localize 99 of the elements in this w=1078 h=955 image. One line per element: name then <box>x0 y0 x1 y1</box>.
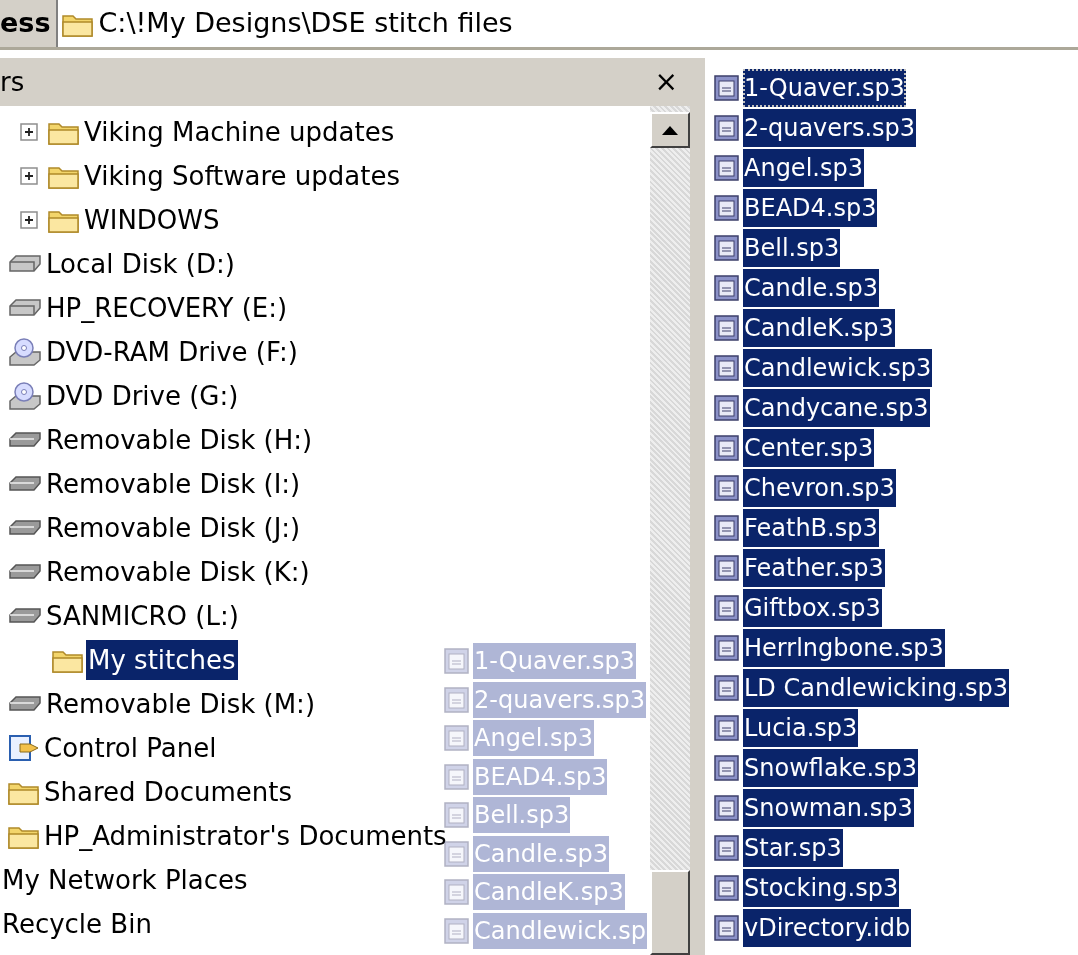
file-item[interactable]: Lucia.sp3 <box>743 709 859 747</box>
document-icon <box>713 874 741 902</box>
tree-item[interactable]: My Network Places <box>0 860 250 900</box>
hard-drive-icon <box>8 298 42 318</box>
drive-icon <box>8 430 42 450</box>
cd-drive-icon <box>8 337 42 367</box>
pane-title: rs <box>0 65 25 99</box>
file-item[interactable]: FeathB.sp3 <box>743 509 879 547</box>
scroll-thumb[interactable] <box>650 870 690 955</box>
document-icon <box>713 434 741 462</box>
tree-item[interactable]: WINDOWS <box>82 200 222 240</box>
document-icon <box>713 114 741 142</box>
document-icon <box>713 74 741 102</box>
document-icon <box>713 354 741 382</box>
file-item[interactable]: Center.sp3 <box>743 429 875 467</box>
document-icon <box>713 554 741 582</box>
scroll-up-button[interactable] <box>650 112 690 148</box>
file-item[interactable]: Candlewick.sp3 <box>743 349 933 387</box>
drive-icon <box>8 518 42 538</box>
expand-icon[interactable] <box>20 211 38 229</box>
tree-item[interactable]: Viking Machine updates <box>82 112 397 152</box>
drag-ghost-item: 2-quavers.sp3 <box>473 681 647 718</box>
tree-item[interactable]: Recycle Bin <box>0 904 154 944</box>
file-item[interactable]: 1-Quaver.sp3 <box>743 69 906 107</box>
file-item[interactable]: Angel.sp3 <box>743 149 864 187</box>
drag-ghost-item: 1-Quaver.sp3 <box>473 643 636 680</box>
drag-ghost-item: Candlewick.sp <box>473 912 648 949</box>
document-icon <box>443 647 471 676</box>
drag-ghost-item: Bell.sp3 <box>473 797 571 834</box>
file-item[interactable]: BEAD4.sp3 <box>743 189 878 227</box>
document-icon <box>713 194 741 222</box>
tree-item[interactable]: Control Panel <box>42 728 219 768</box>
drag-ghost-item: Candle.sp3 <box>473 835 609 872</box>
document-icon <box>713 394 741 422</box>
tree-item[interactable]: My stitches <box>86 640 238 680</box>
up-arrow-icon <box>662 125 678 135</box>
document-icon <box>713 794 741 822</box>
file-item[interactable]: Star.sp3 <box>743 829 843 867</box>
close-button[interactable]: × <box>650 68 682 96</box>
tree-item[interactable]: DVD-RAM Drive (F:) <box>44 332 300 372</box>
file-item[interactable]: Herrlngbone.sp3 <box>743 629 945 667</box>
file-item[interactable]: vDirectory.idb <box>743 909 912 947</box>
file-item[interactable]: Bell.sp3 <box>743 229 841 267</box>
document-icon <box>443 762 471 791</box>
hard-drive-icon <box>8 254 42 274</box>
cd-drive-icon <box>8 381 42 411</box>
document-icon <box>443 685 471 714</box>
tree-item[interactable]: Local Disk (D:) <box>44 244 237 284</box>
address-label: ess <box>0 0 59 47</box>
document-icon <box>713 634 741 662</box>
file-item[interactable]: LD Candlewicking.sp3 <box>743 669 1009 707</box>
drive-icon <box>8 606 42 626</box>
expand-icon[interactable] <box>20 123 38 141</box>
address-field[interactable]: C:\!My Designs\DSE stitch files <box>58 3 513 44</box>
document-icon <box>443 916 471 945</box>
tree-item[interactable]: Removable Disk (K:) <box>44 552 312 592</box>
document-icon <box>713 594 741 622</box>
tree-item[interactable]: Removable Disk (M:) <box>44 684 318 724</box>
drive-icon <box>8 474 42 494</box>
document-icon <box>713 274 741 302</box>
document-icon <box>713 154 741 182</box>
file-item[interactable]: Candle.sp3 <box>743 269 879 307</box>
file-item[interactable]: 2-quavers.sp3 <box>743 109 917 147</box>
document-icon <box>713 474 741 502</box>
drive-icon <box>8 694 42 714</box>
document-icon <box>713 834 741 862</box>
tree-item[interactable]: Removable Disk (H:) <box>44 420 315 460</box>
file-item[interactable]: CandleK.sp3 <box>743 309 895 347</box>
tree-item[interactable]: Shared Documents <box>42 772 295 812</box>
drag-ghost-item: Angel.sp3 <box>473 720 594 757</box>
file-item[interactable]: Chevron.sp3 <box>743 469 896 507</box>
document-icon <box>713 514 741 542</box>
expand-icon[interactable] <box>20 167 38 185</box>
control-panel-icon <box>8 732 40 764</box>
tree-item[interactable]: SANMICRO (L:) <box>44 596 241 636</box>
tree-item[interactable]: Removable Disk (I:) <box>44 464 303 504</box>
drive-icon <box>8 562 42 582</box>
document-icon <box>443 724 471 753</box>
tree-item[interactable]: HP_Administrator's Documents <box>42 816 449 856</box>
file-item[interactable]: Candycane.sp3 <box>743 389 930 427</box>
tree-item[interactable]: Removable Disk (J:) <box>44 508 303 548</box>
file-item[interactable]: Giftbox.sp3 <box>743 589 882 627</box>
document-icon <box>713 754 741 782</box>
document-icon <box>713 714 741 742</box>
tree-item[interactable]: DVD Drive (G:) <box>44 376 241 416</box>
scrollbar[interactable] <box>650 106 690 955</box>
file-item[interactable]: Snowflake.sp3 <box>743 749 919 787</box>
drag-ghost-item: BEAD4.sp3 <box>473 758 608 795</box>
document-icon <box>713 314 741 342</box>
document-icon <box>713 914 741 942</box>
document-icon <box>713 674 741 702</box>
document-icon <box>443 878 471 907</box>
file-item[interactable]: Feather.sp3 <box>743 549 885 587</box>
file-item[interactable]: Snowman.sp3 <box>743 789 914 827</box>
drag-ghost-item: CandleK.sp3 <box>473 874 625 911</box>
tree-item[interactable]: Viking Software updates <box>82 156 402 196</box>
tree-item[interactable]: HP_RECOVERY (E:) <box>44 288 290 328</box>
document-icon <box>713 234 741 262</box>
file-item[interactable]: Stocking.sp3 <box>743 869 900 907</box>
